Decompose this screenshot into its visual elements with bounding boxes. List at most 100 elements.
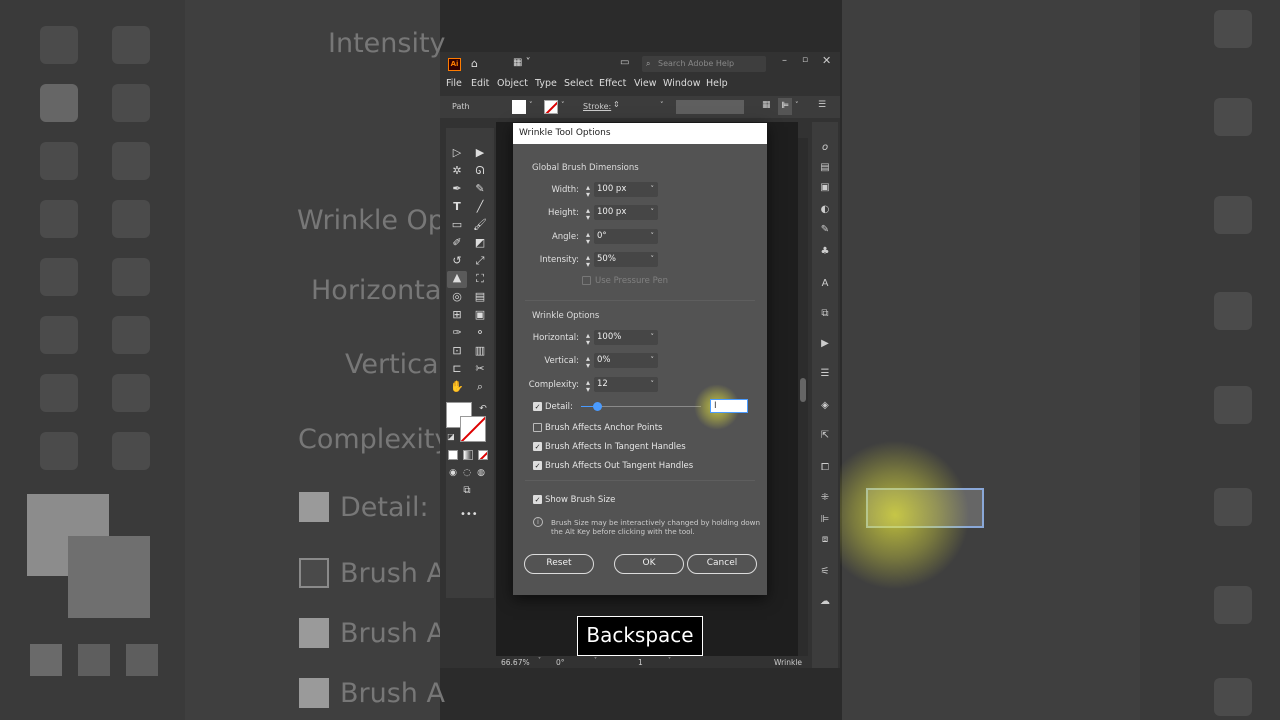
symbols-icon[interactable]: ♣ [818,246,832,258]
default-fill-stroke-icon[interactable]: ◪ [444,430,458,444]
scroll-thumb[interactable] [800,378,806,402]
draw-inside-icon[interactable]: ◍ [474,466,488,480]
panel-list-icon[interactable]: ☰ [818,368,832,380]
ok-button[interactable]: OK [614,554,684,574]
brushes-icon[interactable]: ✎ [818,224,832,236]
gradient-panel-icon[interactable]: ▣ [818,182,832,194]
arrange-documents-icon[interactable]: ▭ [620,57,634,70]
artboard-tool-icon[interactable]: ⊏ [450,362,464,376]
stroke-label[interactable]: Stroke: [583,102,611,111]
menu-select[interactable]: Select [564,78,593,89]
intensity-field[interactable]: 50% ˅ [594,252,658,267]
selection-tool-icon[interactable]: ▷ [450,146,464,160]
perspective-grid-tool-icon[interactable]: ▤ [473,290,487,304]
horizontal-field[interactable]: 100% ˅ [594,330,658,345]
angle-dropdown-icon[interactable]: ˅ [651,229,655,244]
pen-tool-icon[interactable]: ✒ [450,182,464,196]
controls-icon[interactable]: ⚟ [818,566,832,578]
complexity-dropdown-icon[interactable]: ˅ [651,377,655,392]
horizontal-dropdown-icon[interactable]: ˅ [651,330,655,345]
anchor-points-checkbox[interactable] [533,423,542,432]
menu-effect[interactable]: Effect [599,78,626,89]
menu-type[interactable]: Type [535,78,557,89]
search-adobe-help[interactable]: ⌕ Search Adobe Help [642,56,766,72]
reset-button[interactable]: Reset [524,554,594,574]
rotation-dropdown-icon[interactable]: ˅ [594,657,597,664]
menu-help[interactable]: Help [706,78,728,89]
stroke-swatch[interactable] [460,416,486,442]
eyedropper-tool-icon[interactable]: ✑ [450,326,464,340]
slice-tool-icon[interactable]: ✂ [473,362,487,376]
gradient-tool-icon[interactable]: ▣ [473,308,487,322]
wrinkle-tool-icon[interactable]: ▲ [447,271,467,288]
free-transform-tool-icon[interactable]: ⛶ [473,272,487,286]
align-panel-icon[interactable]: ⊫ [818,514,832,526]
intensity-spinner-icon[interactable]: ▴ ▾ [584,254,592,269]
rotation-value[interactable]: 0° [556,658,565,667]
width-dropdown-icon[interactable]: ˅ [651,182,655,197]
horizontal-spinner-icon[interactable]: ▴ ▾ [584,332,592,347]
none-mode-icon[interactable] [478,450,488,460]
panel-menu-icon[interactable]: ☰ [818,100,826,110]
vertical-spinner-icon[interactable]: ▴ ▾ [584,355,592,370]
rotate-tool-icon[interactable]: ↺ [450,254,464,268]
menu-window[interactable]: Window [663,78,700,89]
align-to-icon[interactable]: ⊫ [778,98,792,115]
type-tool-icon[interactable]: T [450,200,464,214]
magic-wand-tool-icon[interactable]: ✲ [450,164,464,178]
stroke-dropdown-icon[interactable]: ˅ [561,101,565,109]
fill-dropdown-icon[interactable]: ˅ [529,101,533,109]
align-icon[interactable]: ▦ [762,100,771,110]
artboard-number[interactable]: 1 [638,658,643,667]
vertical-scrollbar[interactable] [798,138,808,656]
hand-tool-icon[interactable]: ✋ [450,380,464,394]
paintbrush-tool-icon[interactable]: 🖌 [473,218,487,232]
gradient-mode-icon[interactable] [463,450,473,460]
pathfinder-icon[interactable]: ⧈ [818,534,832,546]
stroke-color-swatch[interactable] [544,100,558,114]
menu-object[interactable]: Object [497,78,528,89]
height-dropdown-icon[interactable]: ˅ [651,205,655,220]
shape-builder-tool-icon[interactable]: ◎ [450,290,464,304]
libraries-icon[interactable]: ▤ [818,162,832,174]
artboard-dropdown-icon[interactable]: ˅ [668,657,671,664]
lasso-tool-icon[interactable]: ᘏ [473,164,487,178]
minimize-icon[interactable]: – [782,55,787,66]
zoom-level[interactable]: 66.67% [501,658,530,667]
width-field[interactable]: 100 px ˅ [594,182,658,197]
appearance-icon[interactable]: ◐ [818,204,832,216]
asset-export-icon[interactable]: ⧉ [818,308,832,320]
close-icon[interactable]: ✕ [822,54,831,67]
zoom-dropdown-icon[interactable]: ˅ [538,657,541,664]
in-tangent-checkbox[interactable]: ✓ [533,442,542,451]
shaper-tool-icon[interactable]: ✐ [450,236,464,250]
actions-play-icon[interactable]: ▶ [818,338,832,350]
detail-checkbox[interactable]: ✓ [533,402,542,411]
menu-file[interactable]: File [446,78,462,89]
mesh-tool-icon[interactable]: ⊞ [450,308,464,322]
height-spinner-icon[interactable]: ▴ ▾ [584,207,592,222]
zoom-tool-icon[interactable]: ⌕ [473,380,487,394]
complexity-spinner-icon[interactable]: ▴ ▾ [584,379,592,394]
fill-color-swatch[interactable] [512,100,526,114]
export-icon[interactable]: ⇱ [818,430,832,442]
draw-behind-icon[interactable]: ◌ [460,466,474,480]
cancel-button[interactable]: Cancel [687,554,757,574]
menu-edit[interactable]: Edit [471,78,489,89]
menu-view[interactable]: View [634,78,657,89]
color-mode-icon[interactable] [448,450,458,460]
line-tool-icon[interactable]: ╱ [473,200,487,214]
draw-normal-icon[interactable]: ◉ [446,466,460,480]
home-icon[interactable]: ⌂ [471,57,485,70]
show-brush-size-checkbox[interactable]: ✓ [533,495,542,504]
scale-tool-icon[interactable]: ⤢ [473,254,487,268]
vertical-dropdown-icon[interactable]: ˅ [651,353,655,368]
width-spinner-icon[interactable]: ▴ ▾ [584,184,592,199]
blend-tool-icon[interactable]: ⚬ [473,326,487,340]
rectangle-tool-icon[interactable]: ▭ [450,218,464,232]
angle-field[interactable]: 0° ˅ [594,229,658,244]
stroke-weight-dropdown-icon[interactable]: ˅ [660,101,664,109]
align-dropdown-icon[interactable]: ˅ [795,101,799,109]
properties-icon[interactable]: o [818,142,832,154]
stroke-weight-spinner[interactable]: ⇕ [613,100,620,109]
